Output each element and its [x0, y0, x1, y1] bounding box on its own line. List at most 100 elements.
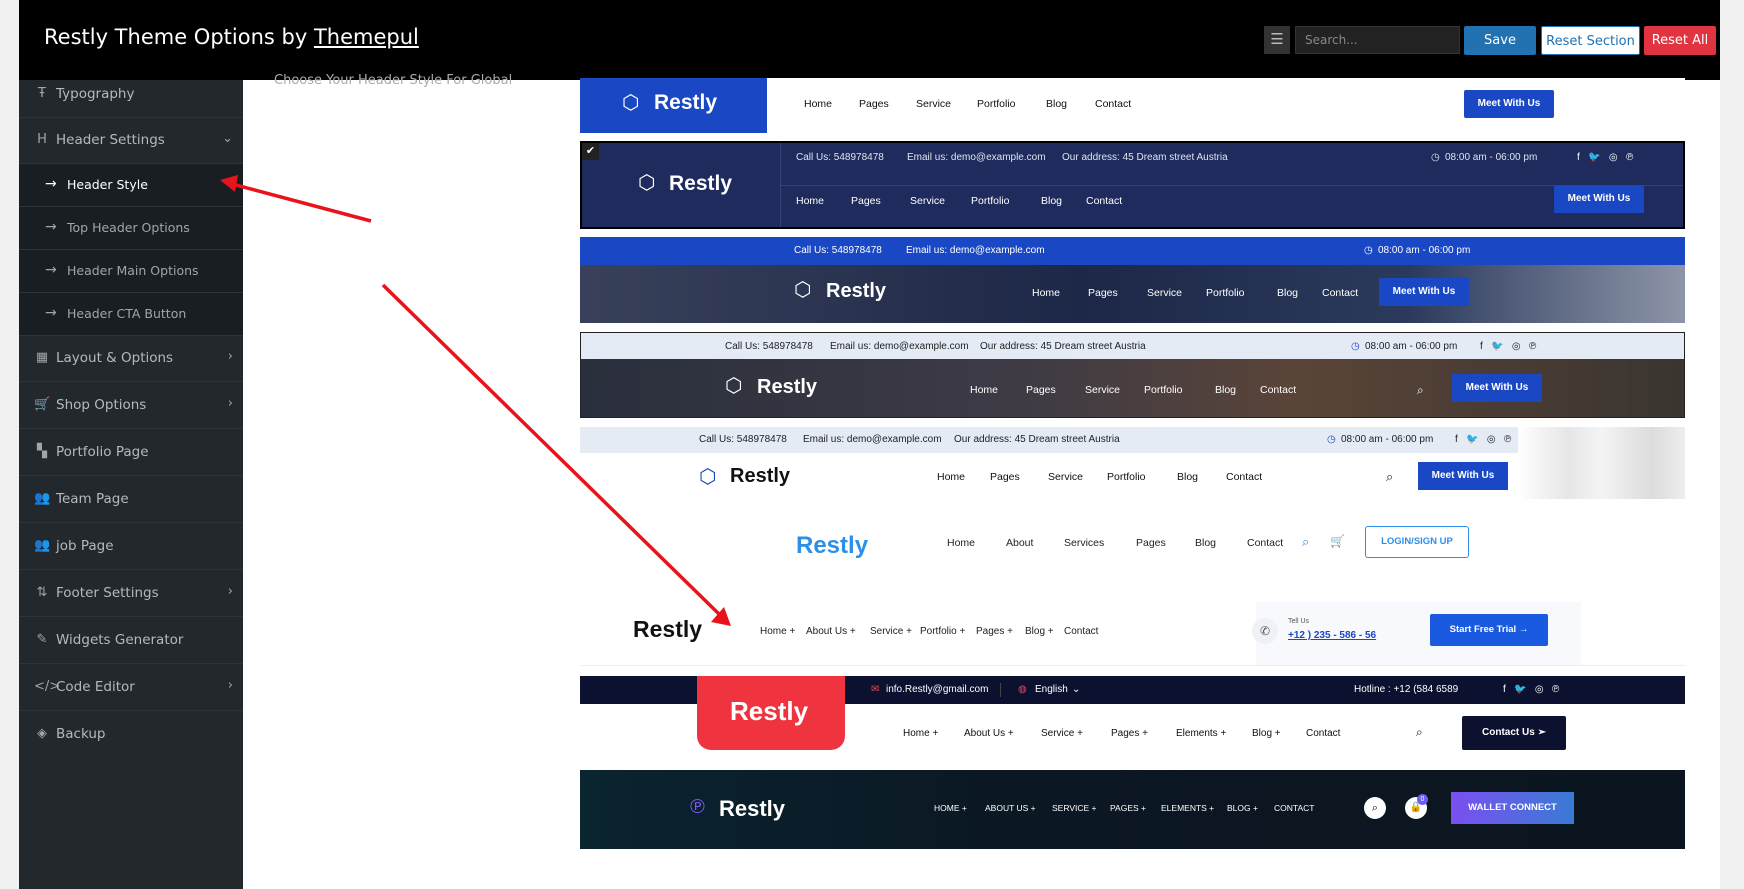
- nav-about[interactable]: ABOUT US +: [985, 803, 1036, 813]
- meet-with-us-button[interactable]: Meet With Us: [1379, 278, 1469, 306]
- search-input[interactable]: Search...: [1295, 26, 1460, 54]
- sidebar-item-widgets-generator[interactable]: ✎ Widgets Generator: [19, 618, 243, 664]
- nav-home[interactable]: Home: [947, 537, 975, 549]
- sidebar-subitem-header-main[interactable]: → Header Main Options: [19, 250, 243, 293]
- nav-blog[interactable]: Blog: [1177, 471, 1198, 483]
- nav-home[interactable]: HOME +: [934, 803, 967, 813]
- sidebar-item-code-editor[interactable]: </> Code Editor ›: [19, 665, 243, 711]
- sidebar-subitem-top-header[interactable]: → Top Header Options: [19, 207, 243, 250]
- nav-portfolio[interactable]: Portfolio: [977, 98, 1016, 110]
- nav-portfolio[interactable]: Portfolio: [971, 195, 1010, 207]
- nav-home[interactable]: Home +: [760, 626, 795, 637]
- login-signup-button[interactable]: LOGIN/SIGN UP: [1365, 526, 1469, 558]
- phone-number[interactable]: +12 ) 235 - 586 - 56: [1288, 630, 1376, 641]
- search-icon[interactable]: ⌕: [1416, 725, 1423, 740]
- nav-contact[interactable]: Contact: [1064, 626, 1098, 637]
- nav-pages[interactable]: PAGES +: [1110, 803, 1146, 813]
- themepul-link[interactable]: Themepul: [314, 25, 419, 49]
- nav-home[interactable]: Home +: [903, 728, 938, 739]
- meet-with-us-button[interactable]: Meet With Us: [1418, 462, 1508, 490]
- sidebar-item-job-page[interactable]: 👥 job Page: [19, 524, 243, 570]
- sidebar-item-backup[interactable]: ◈ Backup: [19, 712, 243, 758]
- sidebar-item-team-page[interactable]: 👥 Team Page: [19, 477, 243, 523]
- nav-services[interactable]: Services: [1064, 537, 1104, 549]
- nav-elements[interactable]: Elements +: [1176, 728, 1226, 739]
- nav-blog[interactable]: Blog: [1195, 537, 1216, 549]
- nav-home[interactable]: Home: [1032, 287, 1060, 299]
- wallet-connect-button[interactable]: WALLET CONNECT: [1451, 792, 1574, 824]
- nav-service[interactable]: Service: [1048, 471, 1083, 483]
- search-icon[interactable]: ⌕: [1386, 469, 1393, 485]
- nav-pages[interactable]: Pages: [859, 98, 889, 110]
- sidebar-item-shop-options[interactable]: 🛒 Shop Options ›: [19, 383, 243, 429]
- nav-blog[interactable]: Blog: [1046, 98, 1067, 110]
- reset-all-button[interactable]: Reset All: [1644, 26, 1716, 55]
- nav-pages[interactable]: Pages: [1026, 384, 1056, 396]
- sidebar-item-footer-settings[interactable]: ⇅ Footer Settings ›: [19, 571, 243, 617]
- header-style-option-3[interactable]: Call Us: 548978478 Email us: demo@exampl…: [580, 237, 1685, 323]
- nav-service[interactable]: Service: [1147, 287, 1182, 299]
- nav-pages[interactable]: Pages +: [1111, 728, 1148, 739]
- nav-blog[interactable]: Blog: [1215, 384, 1236, 396]
- header-style-option-9[interactable]: ℗ Restly HOME + ABOUT US + SERVICE + PAG…: [580, 770, 1685, 849]
- meet-with-us-button[interactable]: Meet With Us: [1464, 90, 1554, 118]
- sidebar-item-header-settings[interactable]: H Header Settings ⌄: [19, 118, 243, 164]
- social-icons[interactable]: f 🐦 ◎ ℗: [1503, 684, 1559, 695]
- nav-about[interactable]: About Us +: [964, 728, 1014, 739]
- sidebar-item-typography[interactable]: Ŧ Typography: [19, 72, 243, 118]
- nav-about[interactable]: About Us +: [806, 626, 856, 637]
- nav-contact[interactable]: CONTACT: [1274, 803, 1314, 813]
- nav-blog[interactable]: Blog +: [1025, 626, 1054, 637]
- nav-blog[interactable]: BLOG +: [1227, 803, 1258, 813]
- nav-blog[interactable]: Blog: [1041, 195, 1062, 207]
- nav-contact[interactable]: Contact: [1306, 728, 1340, 739]
- nav-contact[interactable]: Contact: [1226, 471, 1262, 483]
- nav-blog[interactable]: Blog: [1277, 287, 1298, 299]
- save-button[interactable]: Save: [1464, 26, 1536, 55]
- nav-contact[interactable]: Contact: [1247, 537, 1283, 549]
- nav-home[interactable]: Home: [937, 471, 965, 483]
- start-free-trial-button[interactable]: Start Free Trial →: [1430, 614, 1548, 646]
- header-style-option-7[interactable]: Restly Home + About Us + Service + Portf…: [580, 602, 1685, 666]
- sidebar-subitem-header-style[interactable]: → Header Style: [19, 164, 243, 207]
- reset-section-button[interactable]: Reset Section: [1541, 26, 1640, 55]
- search-icon[interactable]: ⌕: [1302, 534, 1309, 550]
- nav-about[interactable]: About: [1006, 537, 1033, 549]
- nav-portfolio[interactable]: Portfolio: [1144, 384, 1183, 396]
- language-select[interactable]: English: [1035, 684, 1068, 695]
- nav-pages[interactable]: Pages +: [976, 626, 1013, 637]
- social-icons[interactable]: f 🐦 ◎ ℗: [1455, 434, 1511, 445]
- nav-elements[interactable]: ELEMENTS +: [1161, 803, 1214, 813]
- sidebar-item-layout-options[interactable]: ▦ Layout & Options ›: [19, 336, 243, 382]
- cart-icon[interactable]: 🛒: [1330, 534, 1345, 548]
- nav-home[interactable]: Home: [796, 195, 824, 207]
- meet-with-us-button[interactable]: Meet With Us: [1452, 374, 1542, 402]
- nav-pages[interactable]: Pages: [1088, 287, 1118, 299]
- sidebar-item-portfolio-page[interactable]: ▚ Portfolio Page: [19, 430, 243, 476]
- nav-pages[interactable]: Pages: [1136, 537, 1166, 549]
- header-style-option-5[interactable]: Call Us: 548978478 Email us: demo@exampl…: [580, 427, 1685, 499]
- social-icons[interactable]: f 🐦 ◎ ℗: [1480, 341, 1536, 352]
- nav-home[interactable]: Home: [970, 384, 998, 396]
- social-icons[interactable]: f 🐦 ◎ ℗: [1577, 152, 1633, 163]
- sidebar-subitem-header-cta[interactable]: → Header CTA Button: [19, 293, 243, 336]
- expand-options-icon[interactable]: ☰: [1264, 26, 1290, 54]
- search-icon[interactable]: ⌕: [1364, 797, 1386, 819]
- nav-service[interactable]: Service: [1085, 384, 1120, 396]
- nav-service[interactable]: Service +: [870, 626, 912, 637]
- nav-blog[interactable]: Blog +: [1252, 728, 1281, 739]
- nav-pages[interactable]: Pages: [990, 471, 1020, 483]
- nav-portfolio[interactable]: Portfolio: [1206, 287, 1245, 299]
- header-style-option-6[interactable]: Restly Home About Services Pages Blog Co…: [580, 510, 1685, 580]
- nav-service[interactable]: SERVICE +: [1052, 803, 1097, 813]
- nav-portfolio[interactable]: Portfolio +: [920, 626, 965, 637]
- nav-contact[interactable]: Contact: [1322, 287, 1358, 299]
- contact-us-button[interactable]: Contact Us ➢: [1462, 716, 1566, 750]
- nav-contact[interactable]: Contact: [1260, 384, 1296, 396]
- header-style-option-4[interactable]: Call Us: 548978478 Email us: demo@exampl…: [580, 332, 1685, 418]
- search-icon[interactable]: ⌕: [1417, 383, 1424, 398]
- nav-pages[interactable]: Pages: [851, 195, 881, 207]
- header-style-option-2[interactable]: ✔ ⬡ Restly Call Us: 548978478 Email us: …: [580, 141, 1685, 229]
- nav-service[interactable]: Service: [916, 98, 951, 110]
- nav-portfolio[interactable]: Portfolio: [1107, 471, 1146, 483]
